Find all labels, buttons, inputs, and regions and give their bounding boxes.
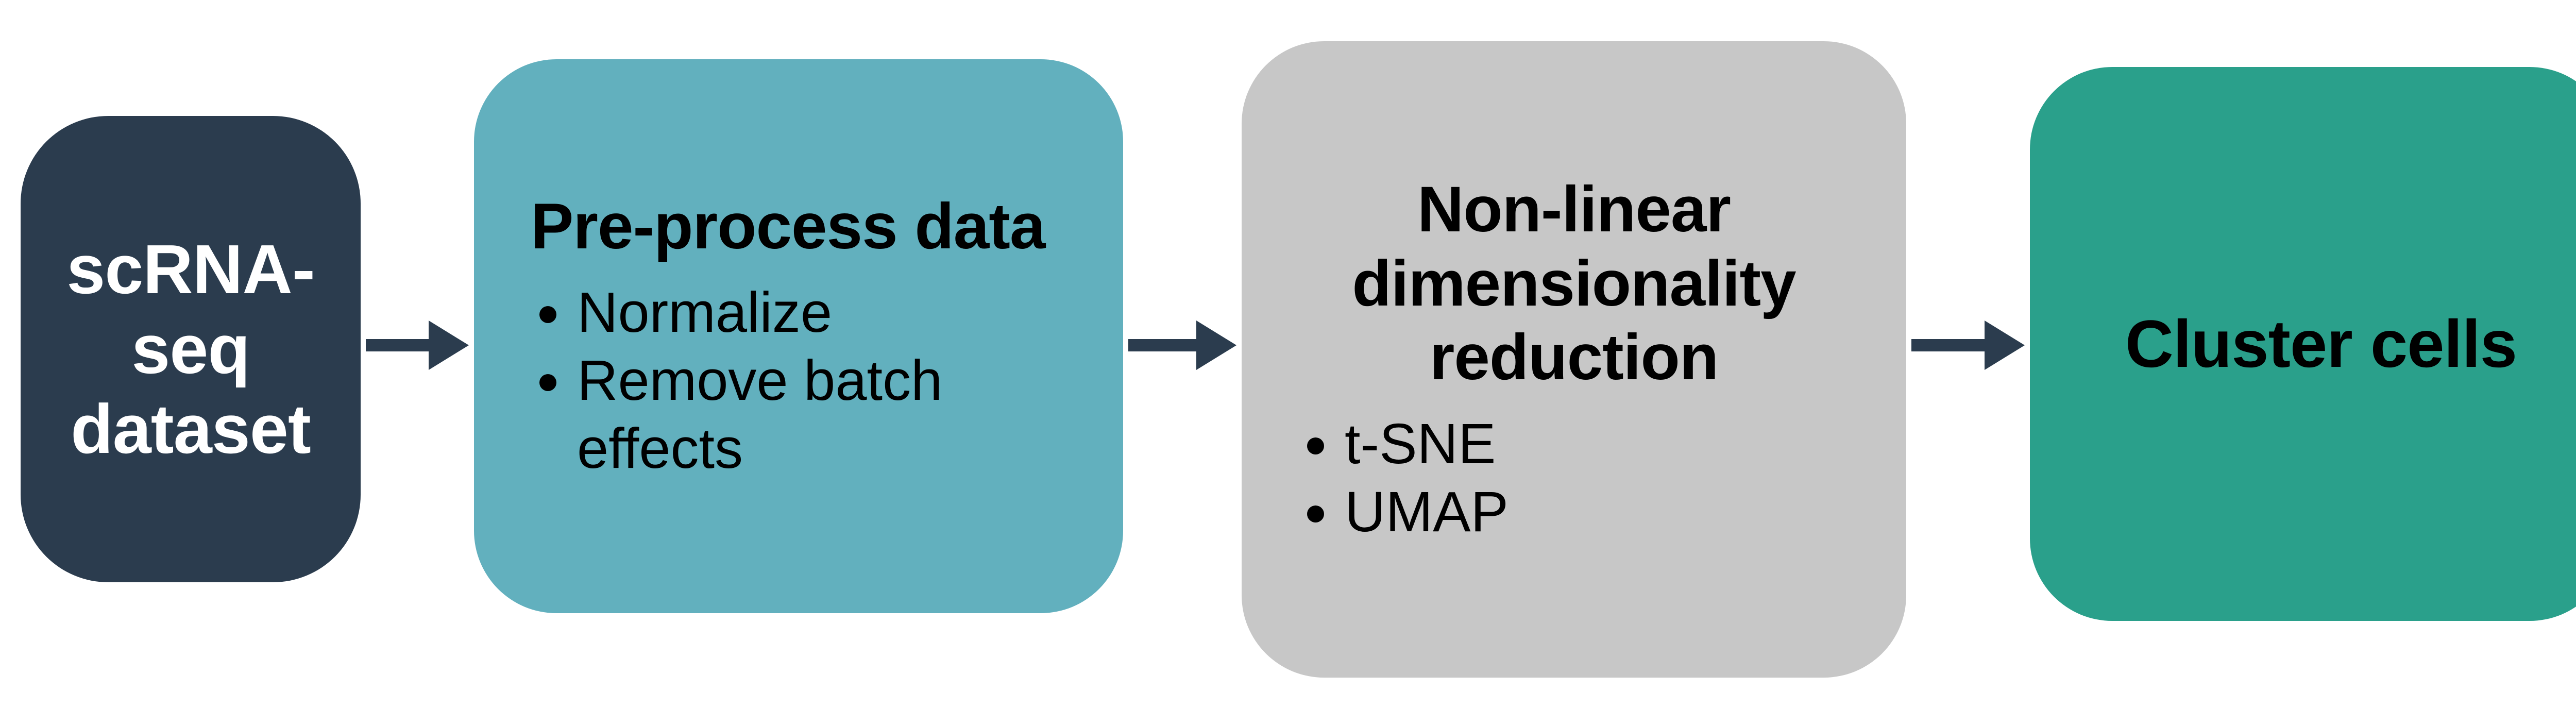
node-dataset-title: scRNA-seq dataset [66, 229, 315, 469]
node-preprocess: Pre-process data Normalize Remove batch … [474, 59, 1123, 613]
arrow-head-icon [1196, 321, 1236, 370]
workflow-diagram: scRNA-seq dataset Pre-process data Norma… [0, 0, 2576, 708]
node-preprocess-title: Pre-process data [531, 190, 1066, 264]
node-dimreduction: Non-linear dimensionality reduction t-SN… [1242, 41, 1906, 678]
node-dimreduction-title: Non-linear dimensionality reduction [1298, 173, 1850, 395]
arrow-shaft [366, 339, 433, 351]
bullet: t-SNE [1345, 410, 1850, 478]
node-cluster: Cluster cells [2030, 67, 2576, 621]
arrow-shaft [1128, 339, 1200, 351]
node-cluster-title: Cluster cells [2125, 306, 2517, 383]
bullet: Remove batch effects [577, 347, 1066, 483]
arrow-head-icon [1985, 321, 2025, 370]
arrow-shaft [1911, 339, 1989, 351]
bullet: UMAP [1345, 478, 1850, 546]
bullet: Normalize [577, 279, 1066, 347]
node-dataset: scRNA-seq dataset [21, 116, 361, 582]
node-preprocess-bullets: Normalize Remove batch effects [531, 279, 1066, 483]
node-dimreduction-bullets: t-SNE UMAP [1298, 410, 1850, 546]
arrow-head-icon [429, 321, 469, 370]
